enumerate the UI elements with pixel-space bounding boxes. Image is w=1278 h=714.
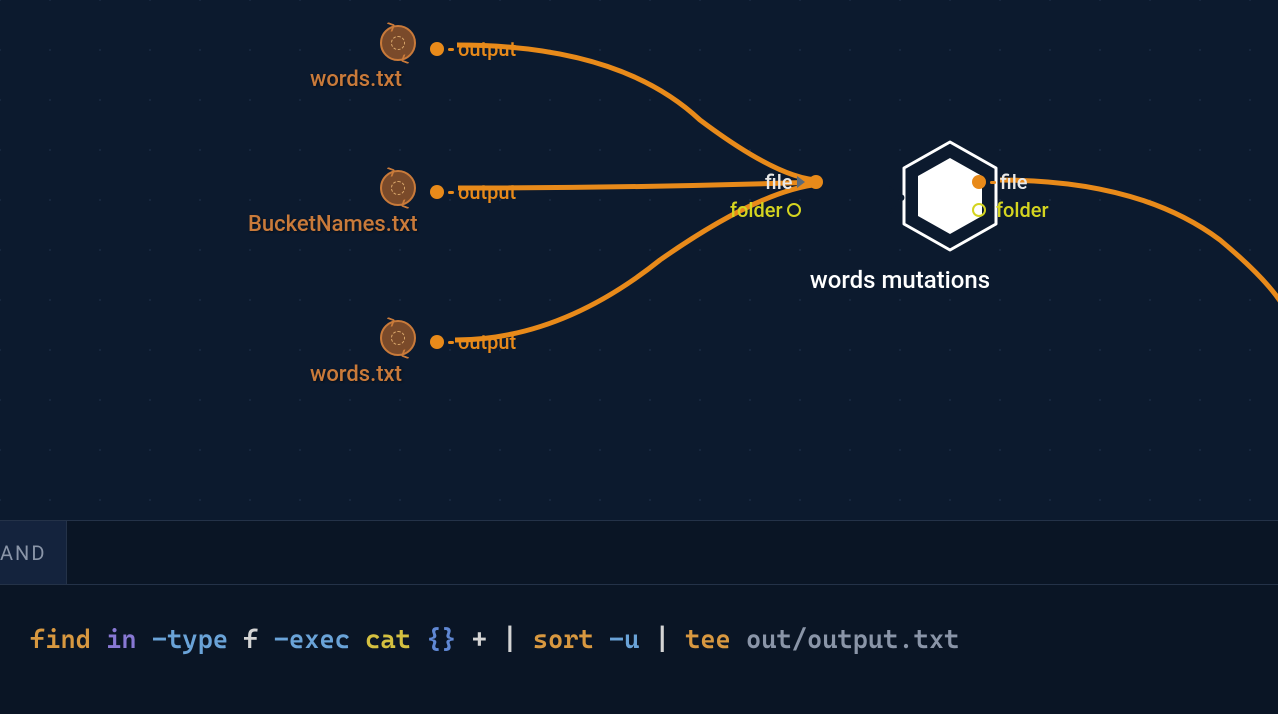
cmd-token-type-val: f — [243, 625, 258, 655]
connection-wires — [0, 0, 1278, 520]
output-port[interactable]: output — [430, 180, 516, 204]
port-circle-icon — [972, 203, 986, 217]
output-folder-port[interactable]: folder — [972, 198, 1049, 222]
port-label: folder — [730, 198, 783, 222]
port-label: file — [765, 170, 793, 194]
port-dot-icon — [430, 335, 444, 349]
port-label: file — [1000, 170, 1028, 194]
file-node-words-2[interactable]: words.txt output — [380, 320, 416, 356]
cmd-token-pipe: | — [655, 625, 670, 655]
port-label: output — [458, 180, 516, 204]
port-dash-icon — [448, 48, 454, 51]
cmd-token-sort: sort — [533, 625, 594, 655]
command-editor[interactable]: find in -type f -exec cat {} + | sort -u… — [0, 585, 1278, 655]
port-dot-icon — [430, 185, 444, 199]
port-dot-icon — [430, 42, 444, 56]
tab-row: AND — [0, 521, 1278, 585]
file-icon — [380, 170, 416, 206]
workflow-canvas[interactable]: words.txt output BucketNames.txt output … — [0, 0, 1278, 520]
cmd-token-in: in — [106, 625, 136, 655]
port-circle-icon — [787, 203, 801, 217]
file-icon — [380, 320, 416, 356]
port-dash-icon — [448, 191, 454, 194]
port-dash-icon — [990, 181, 996, 184]
cmd-token-cat: cat — [365, 625, 411, 655]
port-label: output — [458, 37, 516, 61]
port-label: folder — [996, 198, 1049, 222]
cmd-token-braces: {} — [426, 625, 456, 655]
port-dot-icon — [809, 175, 823, 189]
cmd-token-type-flag: -type — [152, 625, 228, 655]
input-file-port[interactable]: file — [765, 170, 823, 194]
node-label: words mutations — [800, 266, 1000, 294]
words-mutations-node[interactable]: )•( words mutations — [850, 140, 950, 252]
hex-glyph-icon: )•( — [888, 182, 912, 215]
port-dash-icon — [448, 341, 454, 344]
cmd-token-sort-flag: -u — [609, 625, 639, 655]
output-port[interactable]: output — [430, 37, 516, 61]
tab-label: AND — [0, 541, 46, 565]
arrow-icon — [797, 176, 805, 188]
cmd-token-exec-flag: -exec — [274, 625, 350, 655]
hexagon-icon: )•( — [850, 140, 950, 252]
input-folder-port[interactable]: folder — [730, 198, 801, 222]
bottom-panel: AND find in -type f -exec cat {} + | sor… — [0, 520, 1278, 714]
output-file-port[interactable]: file — [972, 170, 1028, 194]
cmd-token-pipe: | — [502, 625, 517, 655]
cmd-token-path: out/output.txt — [746, 625, 959, 655]
tab-command[interactable]: AND — [0, 521, 67, 584]
file-node-bucketnames[interactable]: BucketNames.txt output — [380, 170, 416, 206]
node-label: words.txt — [310, 67, 402, 92]
cmd-token-find: find — [30, 625, 91, 655]
output-port[interactable]: output — [430, 330, 516, 354]
port-dot-icon — [972, 175, 986, 189]
port-label: output — [458, 330, 516, 354]
cmd-token-tee: tee — [685, 625, 731, 655]
file-icon — [380, 25, 416, 61]
node-label: BucketNames.txt — [248, 212, 418, 237]
node-label: words.txt — [310, 362, 402, 387]
cmd-token-plus: + — [472, 625, 487, 655]
file-node-words-1[interactable]: words.txt output — [380, 25, 416, 61]
